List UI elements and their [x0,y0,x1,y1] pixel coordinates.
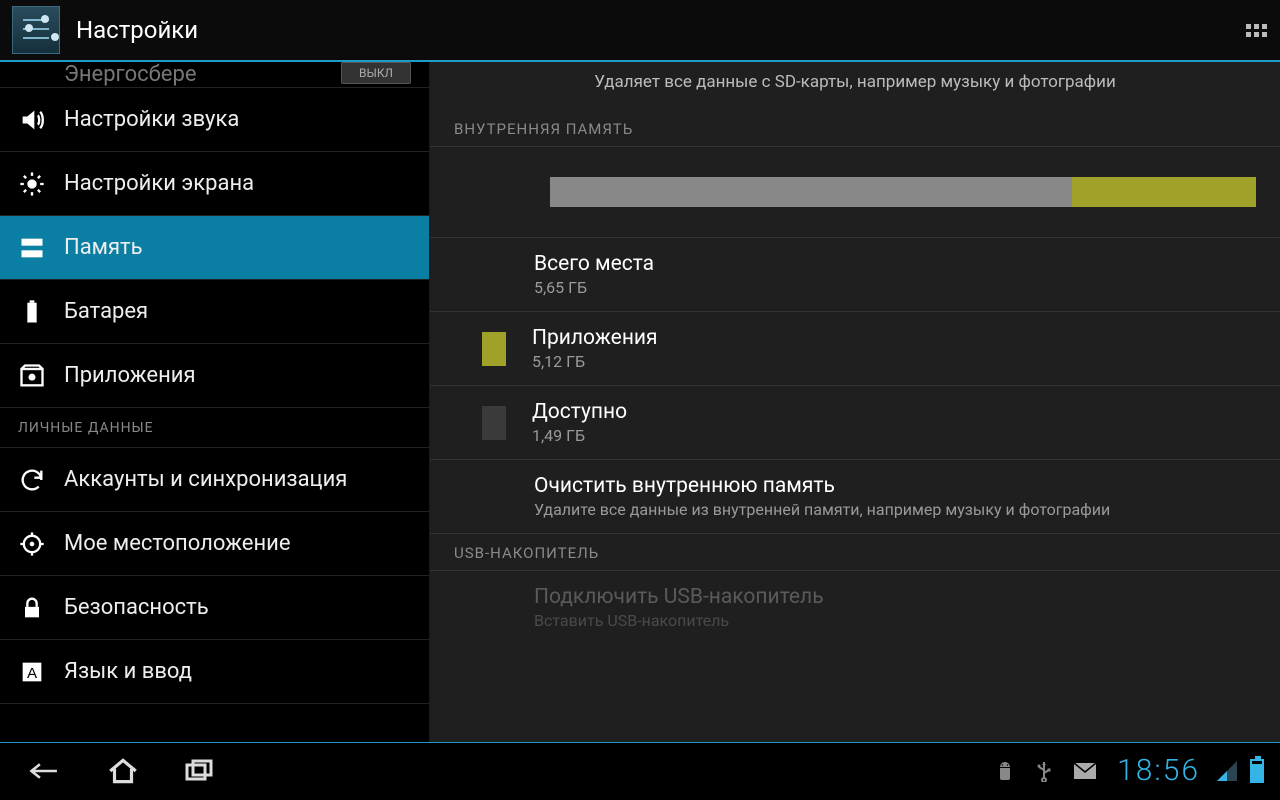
sidebar-item-label: Память [64,235,143,260]
system-navbar: 18:56 [0,742,1280,798]
sidebar-item-label: Аккаунты и синхронизация [64,467,347,492]
available-value: 1,49 ГБ [532,426,627,445]
sidebar-item-language[interactable]: A Язык и ввод [0,640,429,704]
total-space-label: Всего места [534,252,654,276]
usb-mount-desc: Вставить USB-накопитель [534,611,824,630]
usb-mount-label: Подключить USB-накопитель [534,585,824,609]
sidebar-item-label: Мое местоположение [64,531,291,556]
app-title: Настройки [76,16,198,44]
sidebar-item-label: Батарея [64,299,148,324]
apps-color-swatch [482,332,506,366]
location-icon [18,530,46,558]
settings-sidebar: Энергосбере ВЫКЛ Настройки звука Настрой… [0,62,430,742]
sidebar-item-powersave[interactable]: Энергосбере ВЫКЛ [0,62,429,88]
sidebar-item-accounts[interactable]: Аккаунты и синхронизация [0,448,429,512]
sidebar-section-personal: ЛИЧНЫЕ ДАННЫЕ [0,408,429,448]
row-apps-space[interactable]: Приложения 5,12 ГБ [430,312,1280,386]
available-color-swatch [482,406,506,440]
brightness-icon [18,170,46,198]
available-label: Доступно [532,400,627,424]
clear-internal-desc: Удалите все данные из внутренней памяти,… [534,500,1110,519]
storage-other-segment [550,177,1072,207]
title-bar: Настройки [0,0,1280,62]
sidebar-item-battery[interactable]: Батарея [0,280,429,344]
apps-value: 5,12 ГБ [532,352,658,371]
home-button[interactable] [88,751,158,791]
recent-apps-button[interactable] [166,751,236,791]
power-icon [18,62,46,88]
sidebar-item-label: Язык и ввод [64,659,192,684]
sidebar-item-label: Приложения [64,363,196,388]
toggle-off[interactable]: ВЫКЛ [341,62,411,84]
apps-icon [18,362,46,390]
sidebar-item-security[interactable]: Безопасность [0,576,429,640]
row-clear-internal[interactable]: Очистить внутреннюю память Удалите все д… [430,460,1280,534]
sd-erase-description: Удаляет все данные с SD-карты, например … [430,62,1280,110]
overflow-menu-icon[interactable] [1244,24,1268,37]
signal-icon [1216,760,1238,782]
section-internal-storage: ВНУТРЕННЯЯ ПАМЯТЬ [430,110,1280,147]
sidebar-item-display[interactable]: Настройки экрана [0,152,429,216]
sidebar-item-location[interactable]: Мое местоположение [0,512,429,576]
storage-usage-bar [550,177,1256,207]
settings-app-icon [12,6,60,54]
status-clock[interactable]: 18:56 [1117,753,1200,788]
language-icon: A [18,658,46,686]
svg-text:A: A [27,664,38,681]
row-mount-usb: Подключить USB-накопитель Вставить USB-н… [430,571,1280,644]
lock-icon [18,594,46,622]
row-available-space[interactable]: Доступно 1,49 ГБ [430,386,1280,460]
row-total-space[interactable]: Всего места 5,65 ГБ [430,238,1280,312]
back-button[interactable] [10,751,80,791]
mail-icon[interactable] [1073,762,1097,780]
sidebar-item-apps[interactable]: Приложения [0,344,429,408]
sync-icon [18,466,46,494]
storage-bar-row[interactable] [430,147,1280,238]
section-usb-storage: USB-НАКОПИТЕЛЬ [430,534,1280,571]
sidebar-item-label: Энергосбере [64,62,196,87]
battery-icon [18,298,46,326]
storage-icon [18,234,46,262]
apps-label: Приложения [532,326,658,350]
content-panel: Удаляет все данные с SD-карты, например … [430,62,1280,742]
sidebar-item-storage[interactable]: Память [0,216,429,280]
android-debug-icon[interactable] [995,760,1015,782]
clear-internal-label: Очистить внутреннюю память [534,474,1110,498]
sidebar-item-label: Настройки экрана [64,171,254,196]
total-space-value: 5,65 ГБ [534,278,654,297]
usb-icon[interactable] [1035,760,1053,782]
sound-icon [18,106,46,134]
battery-status-icon [1250,759,1264,783]
sidebar-item-label: Настройки звука [64,107,239,132]
sidebar-item-sound[interactable]: Настройки звука [0,88,429,152]
storage-apps-segment [1072,177,1256,207]
sidebar-item-label: Безопасность [64,595,209,620]
